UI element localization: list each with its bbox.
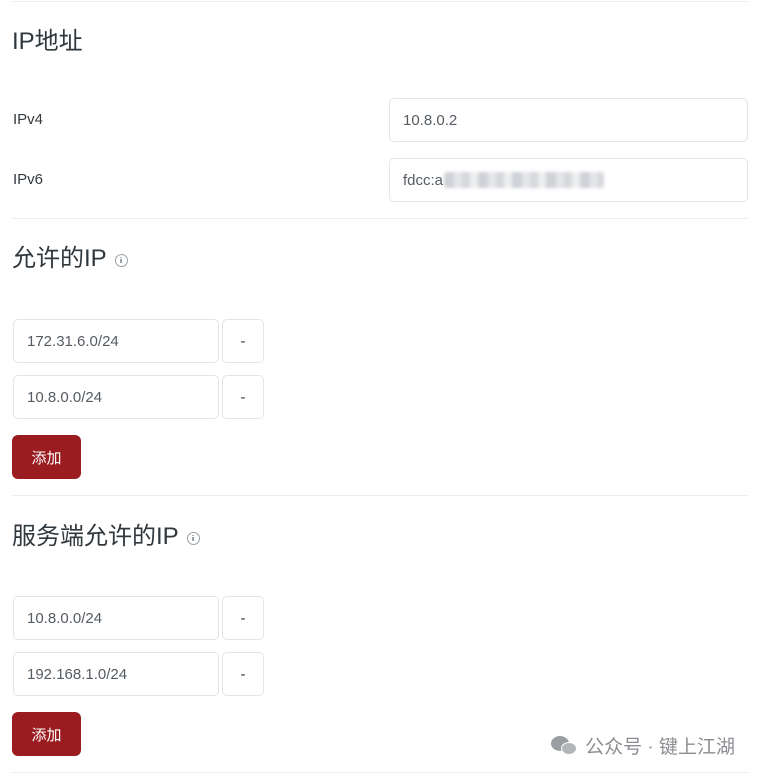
ipv4-input[interactable]: 10.8.0.2 xyxy=(389,98,748,142)
allowed-ip-input-1[interactable]: 172.31.6.0/24 xyxy=(13,319,219,363)
watermark-text: 公众号 · 键上江湖 xyxy=(585,737,735,758)
ipv6-input[interactable]: fdcc:a xyxy=(389,158,748,202)
bottom-divider xyxy=(12,772,748,773)
top-divider xyxy=(12,1,748,2)
server-allowed-ip-input-2[interactable]: 192.168.1.0/24 xyxy=(13,652,219,696)
ipv6-value: fdcc:a xyxy=(403,171,444,189)
ipv4-label: IPv4 xyxy=(13,111,44,128)
wechat-icon xyxy=(551,735,578,756)
server-allowed-ip-remove-button-1[interactable]: - xyxy=(222,596,264,640)
allowed-ip-remove-button-1[interactable]: - xyxy=(222,319,264,363)
ipv6-label: IPv6 xyxy=(13,171,44,188)
ip-address-title: IP地址 xyxy=(12,30,83,54)
section-divider-2 xyxy=(12,495,748,496)
allowed-ips-title-text: 允许的IP xyxy=(12,245,107,272)
allowed-ip-input-2[interactable]: 10.8.0.0/24 xyxy=(13,375,219,419)
info-icon[interactable] xyxy=(114,253,128,267)
watermark: 公众号 · 键上江湖 xyxy=(551,732,735,759)
allowed-ip-value-1: 172.31.6.0/24 xyxy=(27,332,119,350)
server-allowed-ips-title: 服务端允许的IP xyxy=(12,525,200,549)
allowed-ip-add-button[interactable]: 添加 xyxy=(12,435,81,479)
allowed-ips-title: 允许的IP xyxy=(12,247,128,271)
ipv4-value: 10.8.0.2 xyxy=(403,111,458,129)
allowed-ip-remove-button-2[interactable]: - xyxy=(222,375,264,419)
server-allowed-ip-input-1[interactable]: 10.8.0.0/24 xyxy=(13,596,219,640)
info-icon[interactable] xyxy=(186,531,200,545)
ip-address-title-text: IP地址 xyxy=(12,28,83,55)
server-allowed-ip-value-2: 192.168.1.0/24 xyxy=(27,665,128,683)
section-divider-1 xyxy=(12,218,748,219)
server-allowed-ip-add-button[interactable]: 添加 xyxy=(12,712,81,756)
server-allowed-ip-remove-button-2[interactable]: - xyxy=(222,652,264,696)
ipv6-redacted-blur xyxy=(444,172,605,188)
server-allowed-ip-value-1: 10.8.0.0/24 xyxy=(27,609,103,627)
allowed-ip-value-2: 10.8.0.0/24 xyxy=(27,388,103,406)
server-allowed-ips-title-text: 服务端允许的IP xyxy=(12,523,179,550)
